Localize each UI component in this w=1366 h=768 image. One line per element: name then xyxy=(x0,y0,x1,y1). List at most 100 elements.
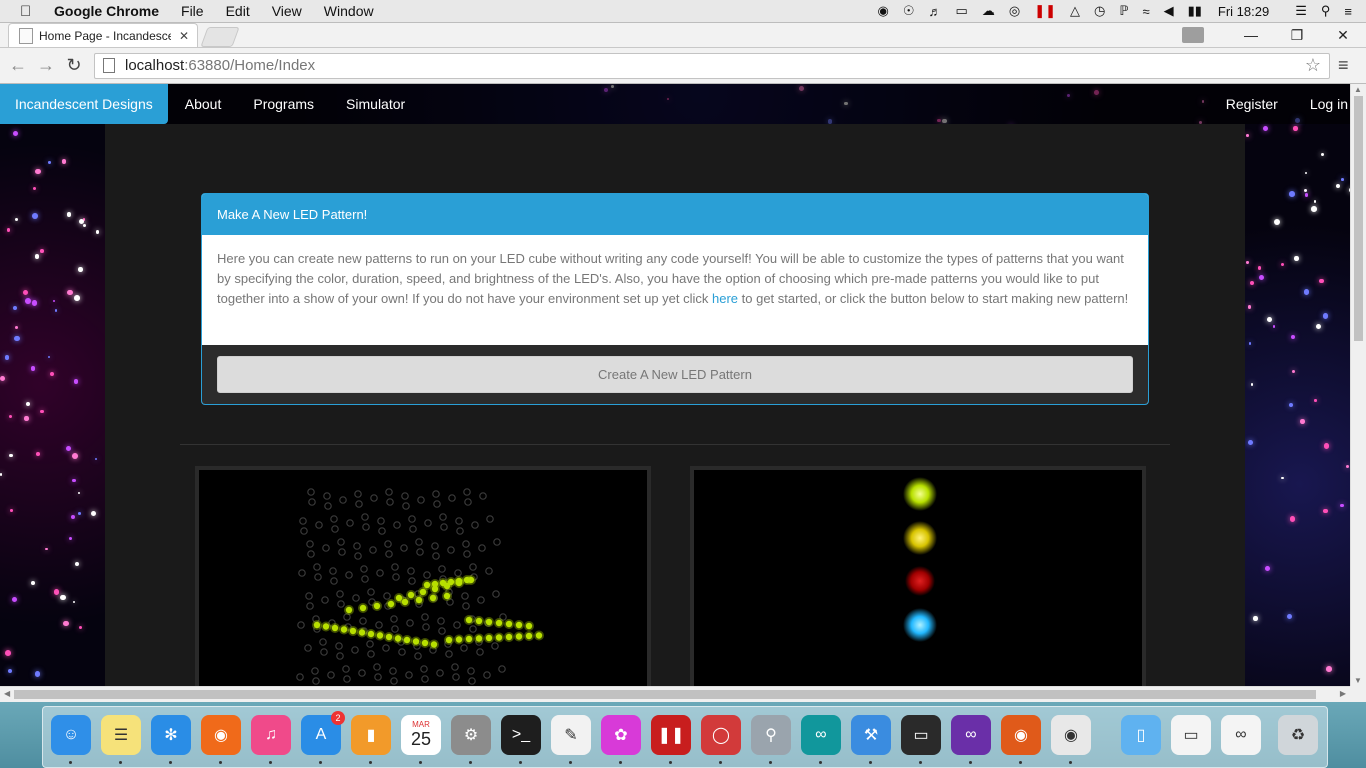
cube-led-off xyxy=(338,548,346,556)
activity-icon[interactable]: ◉ xyxy=(878,3,889,19)
cube-led-on xyxy=(505,633,513,641)
menu-app-name[interactable]: Google Chrome xyxy=(54,3,159,19)
cube-led-off xyxy=(408,515,416,523)
terminal-icon[interactable]: >_ xyxy=(501,715,541,755)
cube-led-off xyxy=(438,627,446,635)
spotlight-icon[interactable]: ⚲ xyxy=(1321,3,1331,19)
finder-icon[interactable]: ☺ xyxy=(51,715,91,755)
apple-icon[interactable]:  xyxy=(20,3,40,20)
pause-icon[interactable]: ❚❚ xyxy=(1034,3,1056,19)
battery-icon[interactable]: ▮▮ xyxy=(1188,3,1202,19)
window-controls: — ❐ ✕ xyxy=(1182,23,1366,47)
app-store-icon[interactable]: A2 xyxy=(301,711,345,755)
screenshot-icon[interactable]: ▭ xyxy=(1171,715,1211,755)
cube-led-on xyxy=(395,594,403,602)
menu-view[interactable]: View xyxy=(272,3,302,19)
xcode-icon[interactable]: ⚒ xyxy=(851,715,891,755)
keychain-icon[interactable]: ⚲ xyxy=(751,715,791,755)
flower-icon[interactable]: ✿ xyxy=(601,715,641,755)
browser-tab[interactable]: Home Page - Incandescen ✕ xyxy=(8,23,198,47)
here-link[interactable]: here xyxy=(712,291,738,306)
create-pattern-button[interactable]: Create A New LED Pattern xyxy=(217,356,1133,393)
display-icon[interactable]: ▭ xyxy=(956,3,968,19)
cube-led-on xyxy=(431,580,439,588)
cloud-icon[interactable]: ☁ xyxy=(982,3,995,19)
horizontal-scroll-thumb[interactable] xyxy=(14,690,1316,699)
cube-led-off xyxy=(376,569,384,577)
page-info-icon[interactable] xyxy=(103,58,115,73)
cube-led-on xyxy=(525,622,533,630)
vertical-scrollbar[interactable]: ▲ ▼ xyxy=(1350,84,1366,686)
forward-icon[interactable]: → xyxy=(32,55,60,76)
folder-icon[interactable]: ▯ xyxy=(1121,715,1161,755)
horizontal-scrollbar[interactable]: ◀ ▶ xyxy=(0,686,1350,702)
calendar-month: MAR xyxy=(412,720,430,729)
sparkle xyxy=(23,289,29,295)
maximize-button[interactable]: ❐ xyxy=(1274,27,1320,44)
scroll-down-icon[interactable]: ▼ xyxy=(1354,676,1362,685)
wifi-icon[interactable]: ≈ xyxy=(1142,4,1149,19)
chrome-icon[interactable]: ◉ xyxy=(1051,715,1091,755)
list-icon[interactable]: ≡ xyxy=(1344,4,1352,19)
record-icon[interactable]: ◎ xyxy=(1009,3,1020,19)
close-window-button[interactable]: ✕ xyxy=(1320,27,1366,44)
menu-file[interactable]: File xyxy=(181,3,204,19)
menu-edit[interactable]: Edit xyxy=(226,3,250,19)
new-tab-button[interactable] xyxy=(200,27,240,47)
airdrop-icon[interactable]: ☉ xyxy=(903,3,915,19)
firefox-dev-icon[interactable]: ◉ xyxy=(1001,715,1041,755)
address-bar[interactable]: localhost:63880/Home/Index ☆ xyxy=(94,52,1330,79)
vertical-scroll-thumb[interactable] xyxy=(1354,96,1363,341)
led-yellow xyxy=(903,521,937,555)
reload-icon[interactable]: ↻ xyxy=(60,55,88,76)
arduino-icon[interactable]: ∞ xyxy=(801,715,841,755)
menu-window[interactable]: Window xyxy=(324,3,374,19)
notes-icon[interactable]: ☰ xyxy=(101,715,141,755)
cube-led-off xyxy=(436,669,444,677)
led-lime xyxy=(903,477,937,511)
trash-icon[interactable]: ♻ xyxy=(1278,715,1318,755)
nav-register[interactable]: Register xyxy=(1226,96,1278,112)
system-preferences-icon[interactable]: ⚙ xyxy=(451,715,491,755)
calendar-icon[interactable]: MAR 25 xyxy=(401,715,441,755)
profile-icon[interactable] xyxy=(1182,27,1204,43)
scroll-up-icon[interactable]: ▲ xyxy=(1354,85,1362,94)
cube-led-off xyxy=(460,644,468,652)
airplay-icon[interactable]: △ xyxy=(1070,3,1080,19)
safari-icon[interactable]: ✻ xyxy=(151,715,191,755)
nav-about[interactable]: About xyxy=(185,96,222,112)
nav-programs[interactable]: Programs xyxy=(253,96,314,112)
ibooks-icon[interactable]: ▮ xyxy=(351,715,391,755)
brand-link[interactable]: Incandescent Designs xyxy=(0,84,168,124)
chrome-menu-icon[interactable]: ≡ xyxy=(1338,55,1349,76)
close-tab-icon[interactable]: ✕ xyxy=(179,29,189,43)
volume-icon[interactable]: ◀ xyxy=(1164,3,1174,19)
time-machine-icon[interactable]: ◷ xyxy=(1094,3,1105,19)
itunes-icon[interactable]: ♫ xyxy=(251,715,291,755)
running-indicator xyxy=(819,761,822,764)
nav-login[interactable]: Log in xyxy=(1310,96,1348,112)
sparkle xyxy=(31,300,37,306)
remote-desktop-icon[interactable]: ◯ xyxy=(701,715,741,755)
cube-led-off xyxy=(471,521,479,529)
sparkle xyxy=(48,161,51,164)
firefox-icon[interactable]: ◉ xyxy=(201,715,241,755)
notification-icon[interactable]: ☰ xyxy=(1295,3,1307,19)
back-icon[interactable]: ← xyxy=(4,55,32,76)
textedit-icon[interactable]: ✎ xyxy=(551,715,591,755)
menubar-clock[interactable]: Fri 18:29 xyxy=(1218,4,1269,19)
panel-heading: Make A New LED Pattern! xyxy=(202,194,1148,235)
sound-icon[interactable]: ♬ xyxy=(929,4,942,19)
minimize-button[interactable]: — xyxy=(1228,27,1274,43)
sparkle xyxy=(70,514,76,520)
scroll-right-icon[interactable]: ▶ xyxy=(1340,689,1346,698)
parallels-icon[interactable]: ❚❚ xyxy=(651,715,691,755)
bluetooth-icon[interactable]: ℙ xyxy=(1119,3,1128,19)
scroll-left-icon[interactable]: ◀ xyxy=(4,689,10,698)
bookmark-star-icon[interactable]: ☆ xyxy=(1305,55,1321,76)
arduino-window-icon[interactable]: ∞ xyxy=(1221,715,1261,755)
display-icon[interactable]: ▭ xyxy=(901,715,941,755)
visual-studio-icon[interactable]: ∞ xyxy=(951,715,991,755)
sparkle xyxy=(72,478,76,483)
nav-simulator[interactable]: Simulator xyxy=(346,96,405,112)
